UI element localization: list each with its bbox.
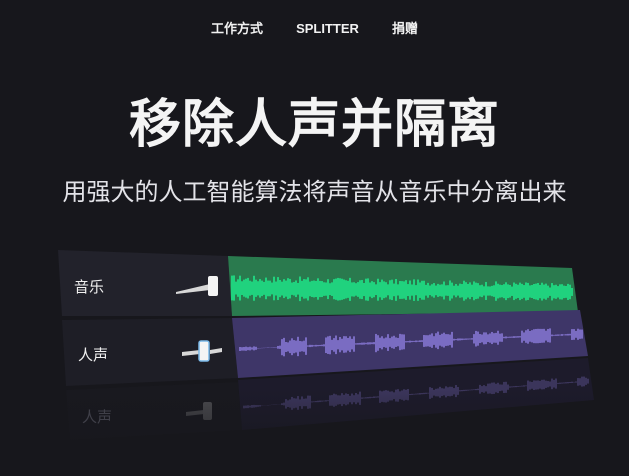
nav-donate[interactable]: 捐赠 <box>392 18 418 37</box>
reflection-fade <box>0 390 629 476</box>
track-label-ghost: 人声 <box>82 408 113 426</box>
track-label-vocals: 人声 <box>78 346 109 364</box>
hero-subtitle: 用强大的人工智能算法将声音从音乐中分离出来 <box>62 178 567 206</box>
hero-title: 移除人声并隔离 <box>128 95 500 155</box>
track-mixer: 音乐 人声 人声 <box>0 240 629 476</box>
nav-how-it-works[interactable]: 工作方式 <box>211 18 263 37</box>
top-nav: 工作方式 SPLITTER 捐赠 <box>0 18 629 38</box>
app-window: 工作方式 SPLITTER 捐赠 移除人声并隔离 用强大的人工智能算法将声音从音… <box>0 0 629 476</box>
vocal-slider-handle[interactable] <box>198 340 210 362</box>
music-slider-handle[interactable] <box>208 276 218 296</box>
track-label-music: 音乐 <box>74 278 105 296</box>
nav-splitter[interactable]: SPLITTER <box>296 21 359 36</box>
